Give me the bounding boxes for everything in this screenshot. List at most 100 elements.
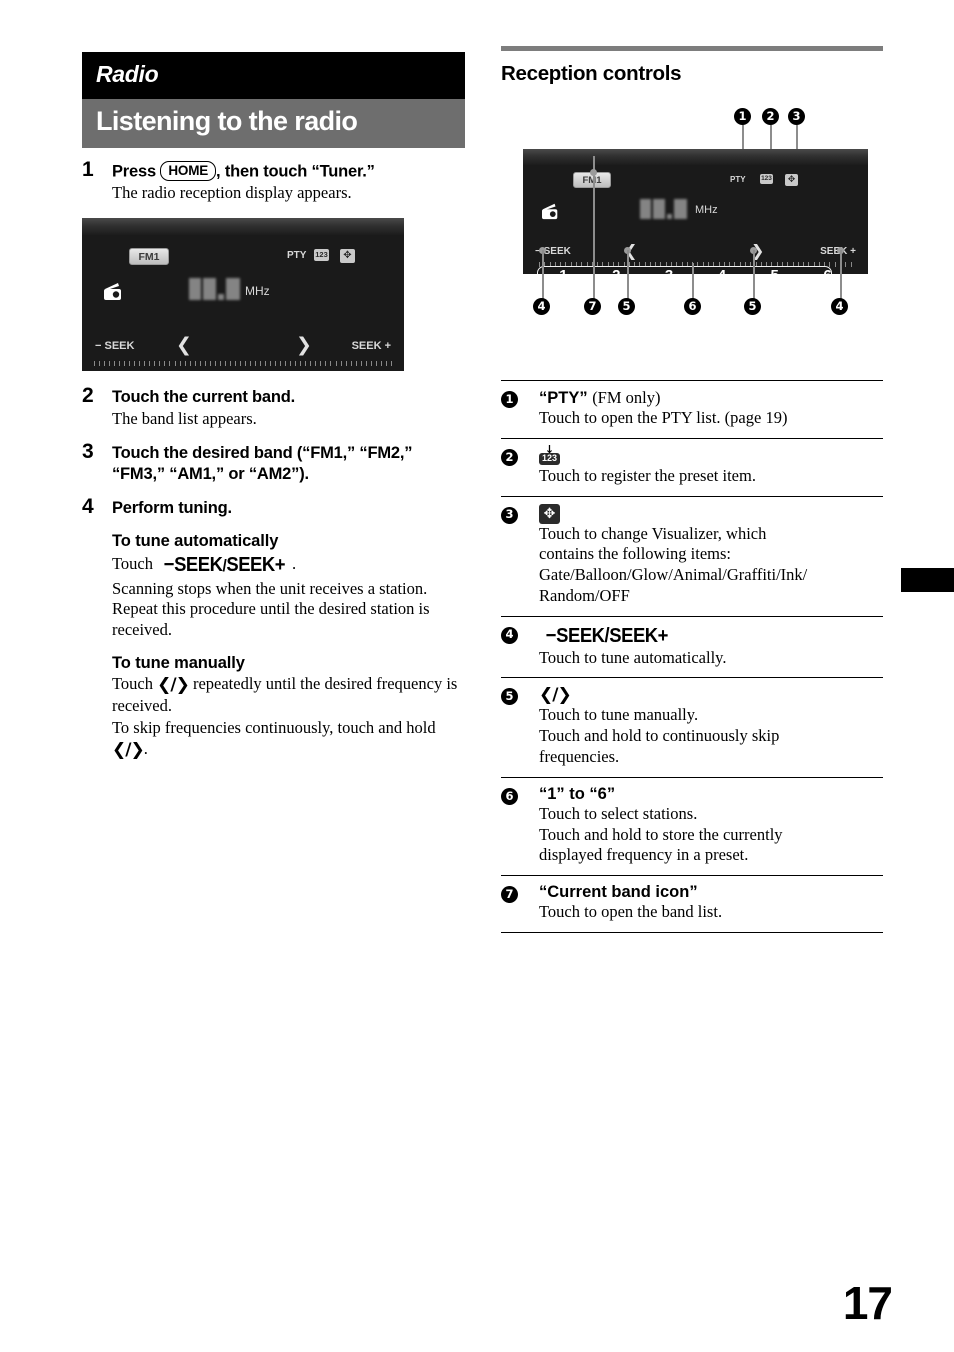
legend-body-4: −SEEK/SEEK+ Touch to tune automatically. bbox=[539, 624, 883, 669]
preset-button-2-label: 2 bbox=[162, 368, 171, 371]
frequency-display bbox=[189, 278, 240, 301]
preset-button-5[interactable]: 5 bbox=[748, 267, 801, 274]
preset-button-1-label: 1 bbox=[559, 267, 567, 274]
legend-row-1: 1 “PTY” (FM only) Touch to open the PTY … bbox=[501, 380, 883, 438]
frequency-unit: MHz bbox=[245, 284, 270, 299]
register-preset-icon[interactable]: 123 bbox=[314, 249, 329, 262]
tune-up-arrow[interactable]: ❯ bbox=[296, 334, 312, 356]
seek-minus-button[interactable]: − SEEK bbox=[95, 340, 134, 352]
pty-label[interactable]: PTY bbox=[730, 175, 746, 184]
step-1-body: The radio reception display appears. bbox=[112, 183, 352, 203]
callout-badge-1: 1 bbox=[501, 391, 518, 408]
preset-button-4-label: 4 bbox=[264, 368, 273, 371]
seek-glyph: −SEEK/SEEK+ bbox=[545, 623, 669, 647]
home-button-pill[interactable]: HOME bbox=[160, 161, 217, 182]
step-1-heading: Press HOME, then touch “Tuner.” bbox=[112, 161, 465, 182]
callout-7: 7 bbox=[584, 298, 601, 315]
seek-word-2: SEEK bbox=[226, 552, 275, 576]
legend-text-7-line-1: Touch to open the band list. bbox=[539, 902, 723, 922]
tune-automatically-instruction: Touch −SEEK/SEEK+. bbox=[112, 552, 465, 578]
preset-button-2-label: 2 bbox=[612, 267, 620, 274]
band-button[interactable]: FM1 bbox=[129, 248, 169, 266]
step-3-number: 3 bbox=[82, 439, 94, 463]
register-preset-icon[interactable]: 123 bbox=[760, 174, 773, 184]
step-2-heading: Touch the current band. bbox=[112, 388, 296, 407]
section-rule bbox=[501, 46, 883, 51]
display-body: FM1 PTY 123 ✥ MHz bbox=[523, 149, 868, 274]
callout-badge-3: 3 bbox=[501, 506, 518, 524]
leader-line-4b bbox=[839, 250, 842, 299]
callout-6: 6 bbox=[684, 298, 701, 315]
legend-body-1: “PTY” (FM only) Touch to open the PTY li… bbox=[539, 388, 883, 429]
preset-button-3[interactable]: 3 bbox=[192, 368, 243, 371]
reception-display-screenshot: FM1 PTY 123 ✥ MHz bbox=[523, 149, 868, 274]
preset-button-1-label: 1 bbox=[111, 368, 120, 371]
tune-automatically-heading: To tune automatically bbox=[112, 531, 279, 550]
preset-button-5[interactable]: 5 bbox=[294, 368, 345, 371]
legend-number-1: 1 bbox=[501, 388, 539, 429]
step-1-heading-before: Press bbox=[112, 162, 161, 181]
visualizer-icon[interactable]: ✥ bbox=[785, 174, 798, 186]
legend-text-5-line-3: frequencies. bbox=[539, 747, 620, 767]
legend-body-3: ✥ Touch to change Visualizer, which cont… bbox=[539, 503, 883, 607]
callout-badge-6: 6 bbox=[501, 787, 518, 805]
preset-button-2[interactable]: 2 bbox=[590, 267, 643, 274]
tuning-scale-ticks bbox=[94, 361, 392, 367]
leader-line-7 bbox=[592, 156, 595, 299]
legend-text-3-line-4: Random/OFF bbox=[539, 585, 630, 605]
legend-row-7: 7 “Current band icon” Touch to open the … bbox=[501, 875, 883, 933]
legend-heading-7: “Current band icon” bbox=[539, 883, 698, 902]
section-title: Listening to the radio bbox=[96, 106, 358, 136]
leader-line-5b bbox=[752, 250, 755, 299]
step-3: 3 Touch the desired band (“FM1,” “FM2,” … bbox=[82, 439, 465, 485]
right-column: Reception controls 1 2 3 FM1 PTY 123 ✥ bbox=[501, 46, 883, 933]
preset-button-6[interactable]: 6 bbox=[345, 368, 396, 371]
step-1-number: 1 bbox=[82, 158, 94, 181]
seek-plus-button[interactable]: SEEK + bbox=[352, 340, 391, 352]
preset-button-3[interactable]: 3 bbox=[643, 267, 696, 274]
legend-number-5: 5 bbox=[501, 685, 539, 767]
seek-word-1: SEEK bbox=[174, 552, 223, 576]
preset-button-2[interactable]: 2 bbox=[141, 368, 192, 371]
visualizer-icon: ✥ bbox=[539, 503, 560, 524]
tune-down-arrow[interactable]: ❮ bbox=[176, 334, 192, 356]
step-2-body: The band list appears. bbox=[112, 409, 257, 429]
legend-number-2: 2 bbox=[501, 446, 539, 487]
legend-body-7: “Current band icon” Touch to open the ba… bbox=[539, 883, 883, 923]
legend-text-6-line-1: Touch to select stations. bbox=[539, 803, 698, 823]
tune-arrow-glyph: ❮/❯ bbox=[157, 675, 190, 695]
legend-heading-1: “PTY” (FM only) bbox=[539, 388, 883, 408]
legend-number-3: 3 bbox=[501, 504, 539, 607]
legend-text-5-line-1: Touch to tune manually. bbox=[539, 705, 699, 725]
legend-number-7: 7 bbox=[501, 883, 539, 923]
legend-heading-1-plain: (FM only) bbox=[592, 388, 661, 407]
legend-heading-6: “1” to “6” bbox=[539, 784, 616, 803]
visualizer-icon[interactable]: ✥ bbox=[340, 249, 355, 264]
preset-button-4[interactable]: 4 bbox=[243, 368, 294, 371]
legend-body-5: ❮/❯ Touch to tune manually. Touch and ho… bbox=[539, 685, 883, 767]
step-4: 4 Perform tuning. To tune automatically … bbox=[82, 495, 465, 762]
preset-button-1[interactable]: 1 bbox=[537, 267, 590, 274]
legend-body-6: “1” to “6” Touch to select stations. Tou… bbox=[539, 785, 883, 866]
callout-badge-2: 2 bbox=[501, 448, 518, 466]
preset-buttons-row: 1 2 3 4 5 bbox=[90, 368, 396, 371]
callout-2: 2 bbox=[762, 108, 779, 125]
reception-controls-diagram: 1 2 3 FM1 PTY 123 ✥ bbox=[501, 108, 883, 358]
tune-arrow-glyph: ❮/❯ bbox=[539, 685, 572, 706]
preset-button-1[interactable]: 1 bbox=[90, 368, 141, 371]
callout-1: 1 bbox=[734, 108, 751, 125]
legend-row-3: 3 ✥ Touch to change Visualizer, which co… bbox=[501, 495, 883, 616]
frequency-display bbox=[640, 199, 687, 219]
tune-automatically-body: Scanning stops when the unit receives a … bbox=[112, 578, 430, 640]
preset-button-4[interactable]: 4 bbox=[695, 267, 748, 274]
legend-number-4: 4 bbox=[501, 624, 539, 669]
pty-label[interactable]: PTY bbox=[287, 250, 306, 261]
legend-row-4: 4 −SEEK/SEEK+ Touch to tune automaticall… bbox=[501, 615, 883, 678]
legend-number-6: 6 bbox=[501, 785, 539, 866]
legend-text-4-line-1: Touch to tune automatically. bbox=[539, 647, 727, 667]
legend-text-3-line-3: Gate/Balloon/Glow/Animal/Graffiti/Ink/ bbox=[539, 565, 808, 585]
preset-button-6[interactable]: 6 bbox=[801, 267, 854, 274]
legend-text-3-line-2: contains the following items: bbox=[539, 544, 732, 564]
seek-period: . bbox=[292, 553, 297, 573]
callout-badge-4: 4 bbox=[501, 626, 518, 644]
